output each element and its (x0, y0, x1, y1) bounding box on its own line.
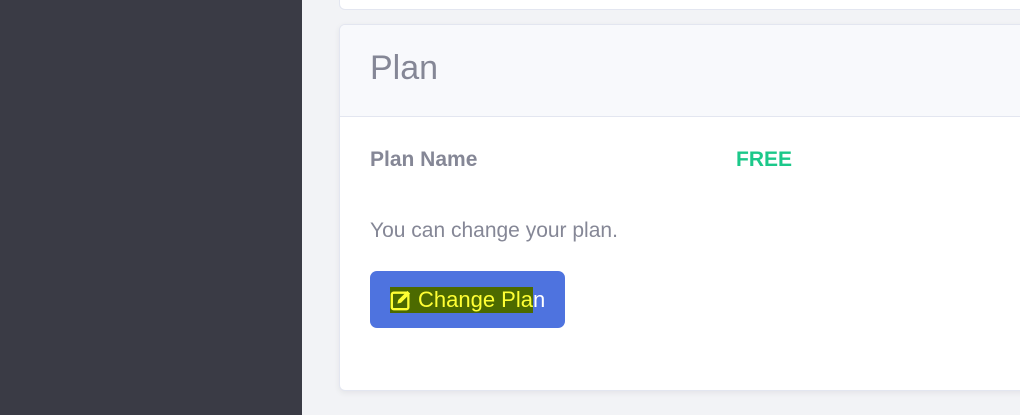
card-title: Plan (370, 49, 439, 87)
plan-name-row: Plan Name FREE (370, 147, 1008, 173)
edit-icon (390, 290, 411, 310)
plan-name-label: Plan Name (370, 148, 478, 171)
previous-card (339, 0, 1020, 10)
change-plan-label-rest: n (532, 286, 546, 312)
plan-description: You can change your plan. (370, 219, 618, 242)
change-plan-label-selected: Change Pla (418, 286, 533, 312)
sidebar (0, 0, 302, 415)
change-plan-button[interactable]: Change Pla n (370, 271, 566, 328)
plan-card: Plan Plan Name FREE You can change your … (339, 24, 1020, 391)
plan-name-value: FREE (736, 148, 793, 171)
card-header: Plan (340, 25, 1020, 117)
